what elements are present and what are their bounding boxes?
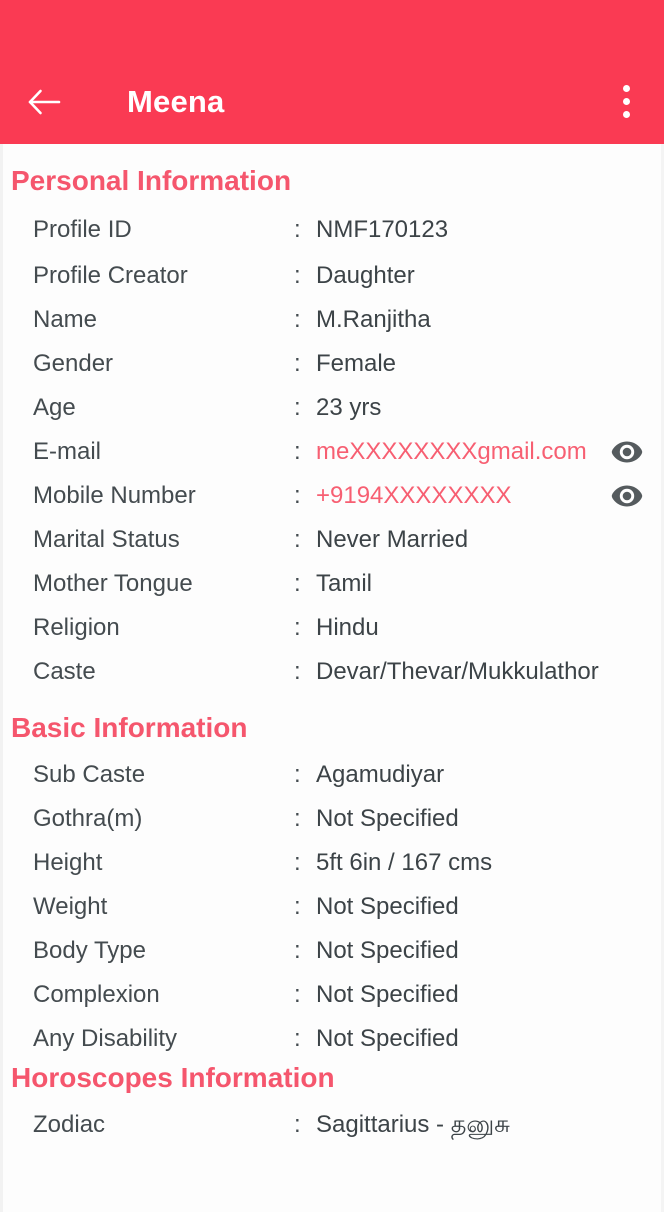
row-separator: : [294, 893, 301, 920]
detail-row: Caste: Devar/Thevar/Mukkulathor [3, 650, 661, 694]
row-separator: : [294, 482, 301, 509]
row-separator: : [294, 394, 301, 421]
row-value-e-mail: meXXXXXXXXgmail.com [316, 438, 587, 465]
row-separator: : [294, 614, 301, 641]
menu-dot [622, 84, 630, 92]
eye-icon[interactable] [607, 481, 647, 511]
detail-row: Any Disability: Not Specified [3, 1017, 661, 1061]
row-label-profile-id: Profile ID [33, 216, 132, 243]
row-value-religion: Hindu [316, 614, 379, 641]
section-personal: Personal Information Profile ID: NMF170123… [3, 164, 661, 694]
detail-row: Sub Caste: Agamudiyar [3, 753, 661, 797]
detail-row: Gender: Female [3, 342, 661, 386]
detail-list: Zodiac: Sagittarius - தனுசு [3, 1103, 661, 1147]
detail-row: E-mail: meXXXXXXXXgmail.com [3, 430, 661, 474]
row-label-gender: Gender [33, 350, 114, 377]
section-title-basic: Basic Information [11, 712, 248, 743]
detail-row: Complexion: Not Specified [3, 973, 661, 1017]
detail-row: Zodiac: Sagittarius - தனுசு [3, 1103, 661, 1147]
row-value-sub-caste: Agamudiyar [316, 761, 445, 788]
row-label-name: Name [33, 306, 98, 333]
row-label-height: Height [33, 849, 103, 876]
detail-list: Sub Caste: Agamudiyar Gothra(m): Not Specif… [3, 753, 661, 1061]
row-label-zodiac: Zodiac [33, 1111, 106, 1138]
row-separator: : [294, 438, 301, 465]
detail-row: Profile Creator: Daughter [3, 254, 661, 298]
profile-detail-scroll[interactable]: Personal Information Profile ID: NMF170123… [0, 144, 664, 1212]
row-value-marital-status: Never Married [316, 526, 469, 553]
overflow-menu-icon[interactable] [606, 80, 646, 122]
row-label-any-disability: Any Disability [33, 1025, 178, 1052]
row-label-marital-status: Marital Status [33, 526, 180, 553]
row-separator: : [294, 570, 301, 597]
row-separator: : [294, 526, 301, 553]
row-value-profile-creator: Daughter [316, 262, 415, 289]
row-label-mother-tongue: Mother Tongue [33, 570, 193, 597]
menu-dot [622, 97, 630, 105]
detail-row: Name: M.Ranjitha [3, 298, 661, 342]
section-horoscopes: Horoscopes Information Zodiac: Sagittarius… [3, 1061, 661, 1147]
row-value-height: 5ft 6in / 167 cms [316, 849, 493, 876]
row-separator: : [294, 216, 301, 243]
row-separator: : [294, 350, 301, 377]
detail-row: Age:23 yrs [3, 386, 661, 430]
row-value-mobile-number: +9194XXXXXXXX [316, 482, 512, 509]
detail-row: Profile ID: NMF170123 [3, 206, 661, 254]
row-label-sub-caste: Sub Caste [33, 761, 146, 788]
row-separator: : [294, 1111, 301, 1138]
detail-row: Weight: Not Specified [3, 885, 661, 929]
row-value-age: 23 yrs [316, 394, 382, 421]
row-separator: : [294, 1025, 301, 1052]
detail-row: Religion: Hindu [3, 606, 661, 650]
row-separator: : [294, 981, 301, 1008]
row-value-profile-id: NMF170123 [316, 216, 449, 243]
row-separator: : [294, 805, 301, 832]
section-title-horoscopes: Horoscopes Information [11, 1062, 335, 1093]
menu-dot [622, 110, 630, 118]
row-value-zodiac: Sagittarius - தனுசு [316, 1111, 510, 1138]
detail-row: Marital Status: Never Married [3, 518, 661, 562]
row-value-gothra-m: Not Specified [316, 805, 459, 832]
detail-row: Gothra(m): Not Specified [3, 797, 661, 841]
row-label-complexion: Complexion [33, 981, 160, 1008]
page-title: Meena [127, 84, 225, 119]
row-value-complexion: Not Specified [316, 981, 459, 1008]
row-label-mobile-number: Mobile Number [33, 482, 196, 509]
row-value-mother-tongue: Tamil [316, 570, 373, 597]
row-separator: : [294, 306, 301, 333]
row-value-caste: Devar/Thevar/Mukkulathor [316, 658, 599, 685]
row-label-e-mail: E-mail [33, 438, 102, 465]
app-bar: Meena [0, 0, 664, 144]
row-label-profile-creator: Profile Creator [33, 262, 188, 289]
row-label-body-type: Body Type [33, 937, 146, 964]
row-value-name: M.Ranjitha [316, 306, 431, 333]
row-separator: : [294, 761, 301, 788]
row-value-any-disability: Not Specified [316, 1025, 459, 1052]
section-title-personal: Personal Information [11, 165, 292, 196]
section-basic: Basic Information Sub Caste: Agamudiyar Got… [3, 711, 661, 1061]
detail-row: Mobile Number: +9194XXXXXXXX [3, 474, 661, 518]
row-label-age: Age [33, 394, 76, 421]
detail-row: Body Type: Not Specified [3, 929, 661, 973]
detail-row: Height:5ft 6in / 167 cms [3, 841, 661, 885]
row-separator: : [294, 658, 301, 685]
row-separator: : [294, 849, 301, 876]
detail-list: Profile ID: NMF170123 Profile Creator: Daug… [3, 206, 661, 694]
back-arrow-icon[interactable] [22, 80, 66, 124]
row-value-body-type: Not Specified [316, 937, 459, 964]
row-separator: : [294, 262, 301, 289]
eye-icon[interactable] [607, 437, 647, 467]
row-label-caste: Caste [33, 658, 96, 685]
row-label-gothra-m: Gothra(m) [33, 805, 143, 832]
row-separator: : [294, 937, 301, 964]
detail-row: Mother Tongue: Tamil [3, 562, 661, 606]
row-label-religion: Religion [33, 614, 120, 641]
row-value-weight: Not Specified [316, 893, 459, 920]
row-value-gender: Female [316, 350, 397, 377]
row-label-weight: Weight [33, 893, 108, 920]
